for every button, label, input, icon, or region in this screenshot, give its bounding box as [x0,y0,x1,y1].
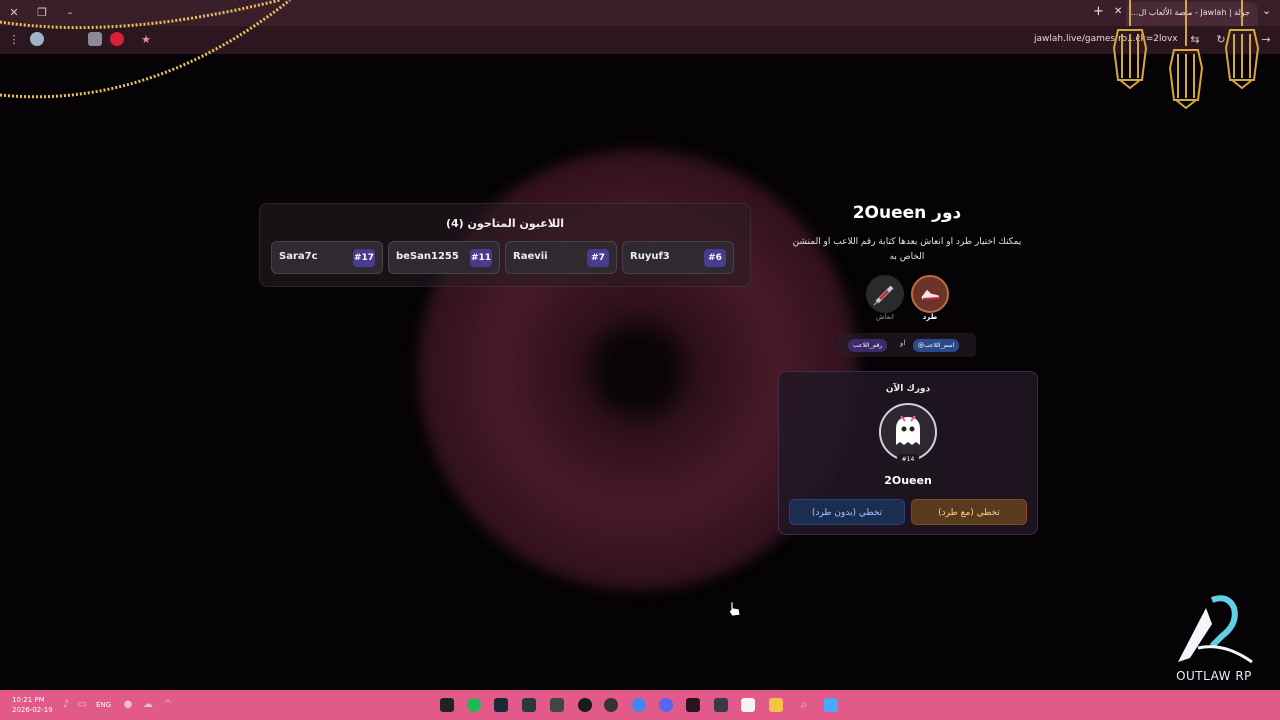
browser-tab-bar: ✕ ❐ – + ✕ جولة | Jawlah - منصة الألعاب ا… [0,0,1280,26]
network-icon[interactable]: ▭ [74,697,90,713]
hint-or-text: او [900,339,906,347]
player-number-badge: #17 [353,249,375,267]
taskbar-clock[interactable]: 10:21 PM 2026-02-19 [12,695,53,715]
site-settings-icon[interactable]: ⇆ [1187,32,1203,48]
microphone-icon[interactable]: ● [120,697,136,713]
terminal-icon[interactable] [522,698,536,712]
player-card[interactable]: beSan1255 #11 [388,241,500,274]
player-name: Raevii [513,251,548,262]
volume-icon[interactable]: ♪ [58,697,74,713]
turn-description: يمكنك اختيار طرد او انعاش بعدها كتابة رق… [792,237,1022,262]
taskbar-time: 10:21 PM [12,696,45,704]
hand-cursor-icon [728,601,741,617]
outlaw-rp-logo-icon [1178,595,1253,664]
turn-title: دور 2Oueen [852,203,962,223]
restore-window-icon[interactable]: ❐ [34,5,50,21]
app-icon[interactable] [714,698,728,712]
available-players-panel: اللاعبون المتاحون (4) Sara7c #17 beSan12… [259,203,751,287]
search-icon[interactable]: ⌕ [796,696,812,712]
app-icon[interactable] [686,698,700,712]
steam-icon[interactable] [494,698,508,712]
chevron-up-icon[interactable]: ^ [160,697,176,713]
kick-action-button[interactable] [911,275,949,313]
discord-icon[interactable] [659,698,673,712]
player-name: beSan1255 [396,251,459,262]
app-icon[interactable] [550,698,564,712]
player-number-badge: #11 [470,249,492,267]
kick-action-label: طرد [922,313,938,321]
taskbar: 10:21 PM 2026-02-19 ♪ ▭ ENG ● ☁ ^ ⌕ [0,690,1280,720]
windows-start-icon[interactable] [824,698,838,712]
tab-search-icon[interactable]: ⌄ [1262,4,1271,17]
language-indicator[interactable]: ENG [96,701,111,709]
url-text[interactable]: jawlah.live/games/ro...ck=2lovx [1034,34,1178,44]
new-tab-icon[interactable]: + [1093,4,1104,19]
reload-icon[interactable]: ↻ [1213,32,1229,48]
player-number-badge: #6 [704,249,726,267]
player-name: Ruyuf3 [630,251,670,262]
syringe-icon [873,285,894,306]
shield-extension-icon[interactable] [88,32,102,46]
input-format-hint: @اسم_اللاعب او رقم_اللاعب [838,333,976,357]
players-panel-title: اللاعبون المتاحون (4) [445,217,565,230]
browser-tab[interactable]: جولة | Jawlah - منصة الألعاب ال... [1126,2,1258,26]
current-turn-card: دورك الآن #14 2Oueen تخطي (مع طرد) تخطي … [778,371,1038,535]
screen: ✕ ❐ – + ✕ جولة | Jawlah - منصة الألعاب ا… [0,0,1280,720]
player-number-badge: #14 [897,454,919,465]
minimize-window-icon[interactable]: – [62,5,78,21]
player-mention-chip: @اسم_اللاعب [913,339,960,352]
skip-without-kick-button[interactable]: تخطي (بدون طرد) [789,499,905,525]
forward-arrow-icon[interactable]: → [1258,32,1274,48]
close-window-icon[interactable]: ✕ [6,5,22,21]
file-explorer-icon[interactable] [769,698,783,712]
logo-text: OUTLAW RP [1176,669,1252,683]
app-icon[interactable] [440,698,454,712]
current-turn-title: دورك الآن [885,384,931,394]
player-card[interactable]: Raevii #7 [505,241,617,274]
menu-dots-icon[interactable]: ⋮ [6,32,22,48]
tab-close-icon[interactable]: ✕ [1114,6,1122,17]
player-card[interactable]: Sara7c #17 [271,241,383,274]
app-icon[interactable] [578,698,592,712]
chrome-icon[interactable] [632,698,646,712]
current-player-name: 2Oueen [884,474,932,487]
onedrive-icon[interactable]: ☁ [140,697,156,713]
avatar [879,403,937,461]
ghost-avatar-icon [896,415,920,445]
kick-sneaker-icon [920,288,941,301]
skip-with-kick-button[interactable]: تخطي (مع طرد) [911,499,1027,525]
address-bar[interactable]: ⋮ ★ jawlah.live/games/ro...ck=2lovx ⇆ ↻ … [0,26,1280,54]
revive-action-label: انعاش [876,313,894,321]
obs-icon[interactable] [604,698,618,712]
bookmark-star-icon[interactable]: ★ [138,32,154,48]
spotify-icon[interactable] [467,698,481,712]
player-card[interactable]: Ruyuf3 #6 [622,241,734,274]
revive-action-button[interactable] [866,275,904,313]
taskbar-date: 2026-02-19 [12,706,53,714]
player-name: Sara7c [279,251,318,262]
store-icon[interactable] [741,698,755,712]
player-number-badge: #7 [587,249,609,267]
extension-icon[interactable] [110,32,124,46]
profile-avatar-icon[interactable] [30,32,44,46]
player-number-chip: رقم_اللاعب [848,339,888,352]
